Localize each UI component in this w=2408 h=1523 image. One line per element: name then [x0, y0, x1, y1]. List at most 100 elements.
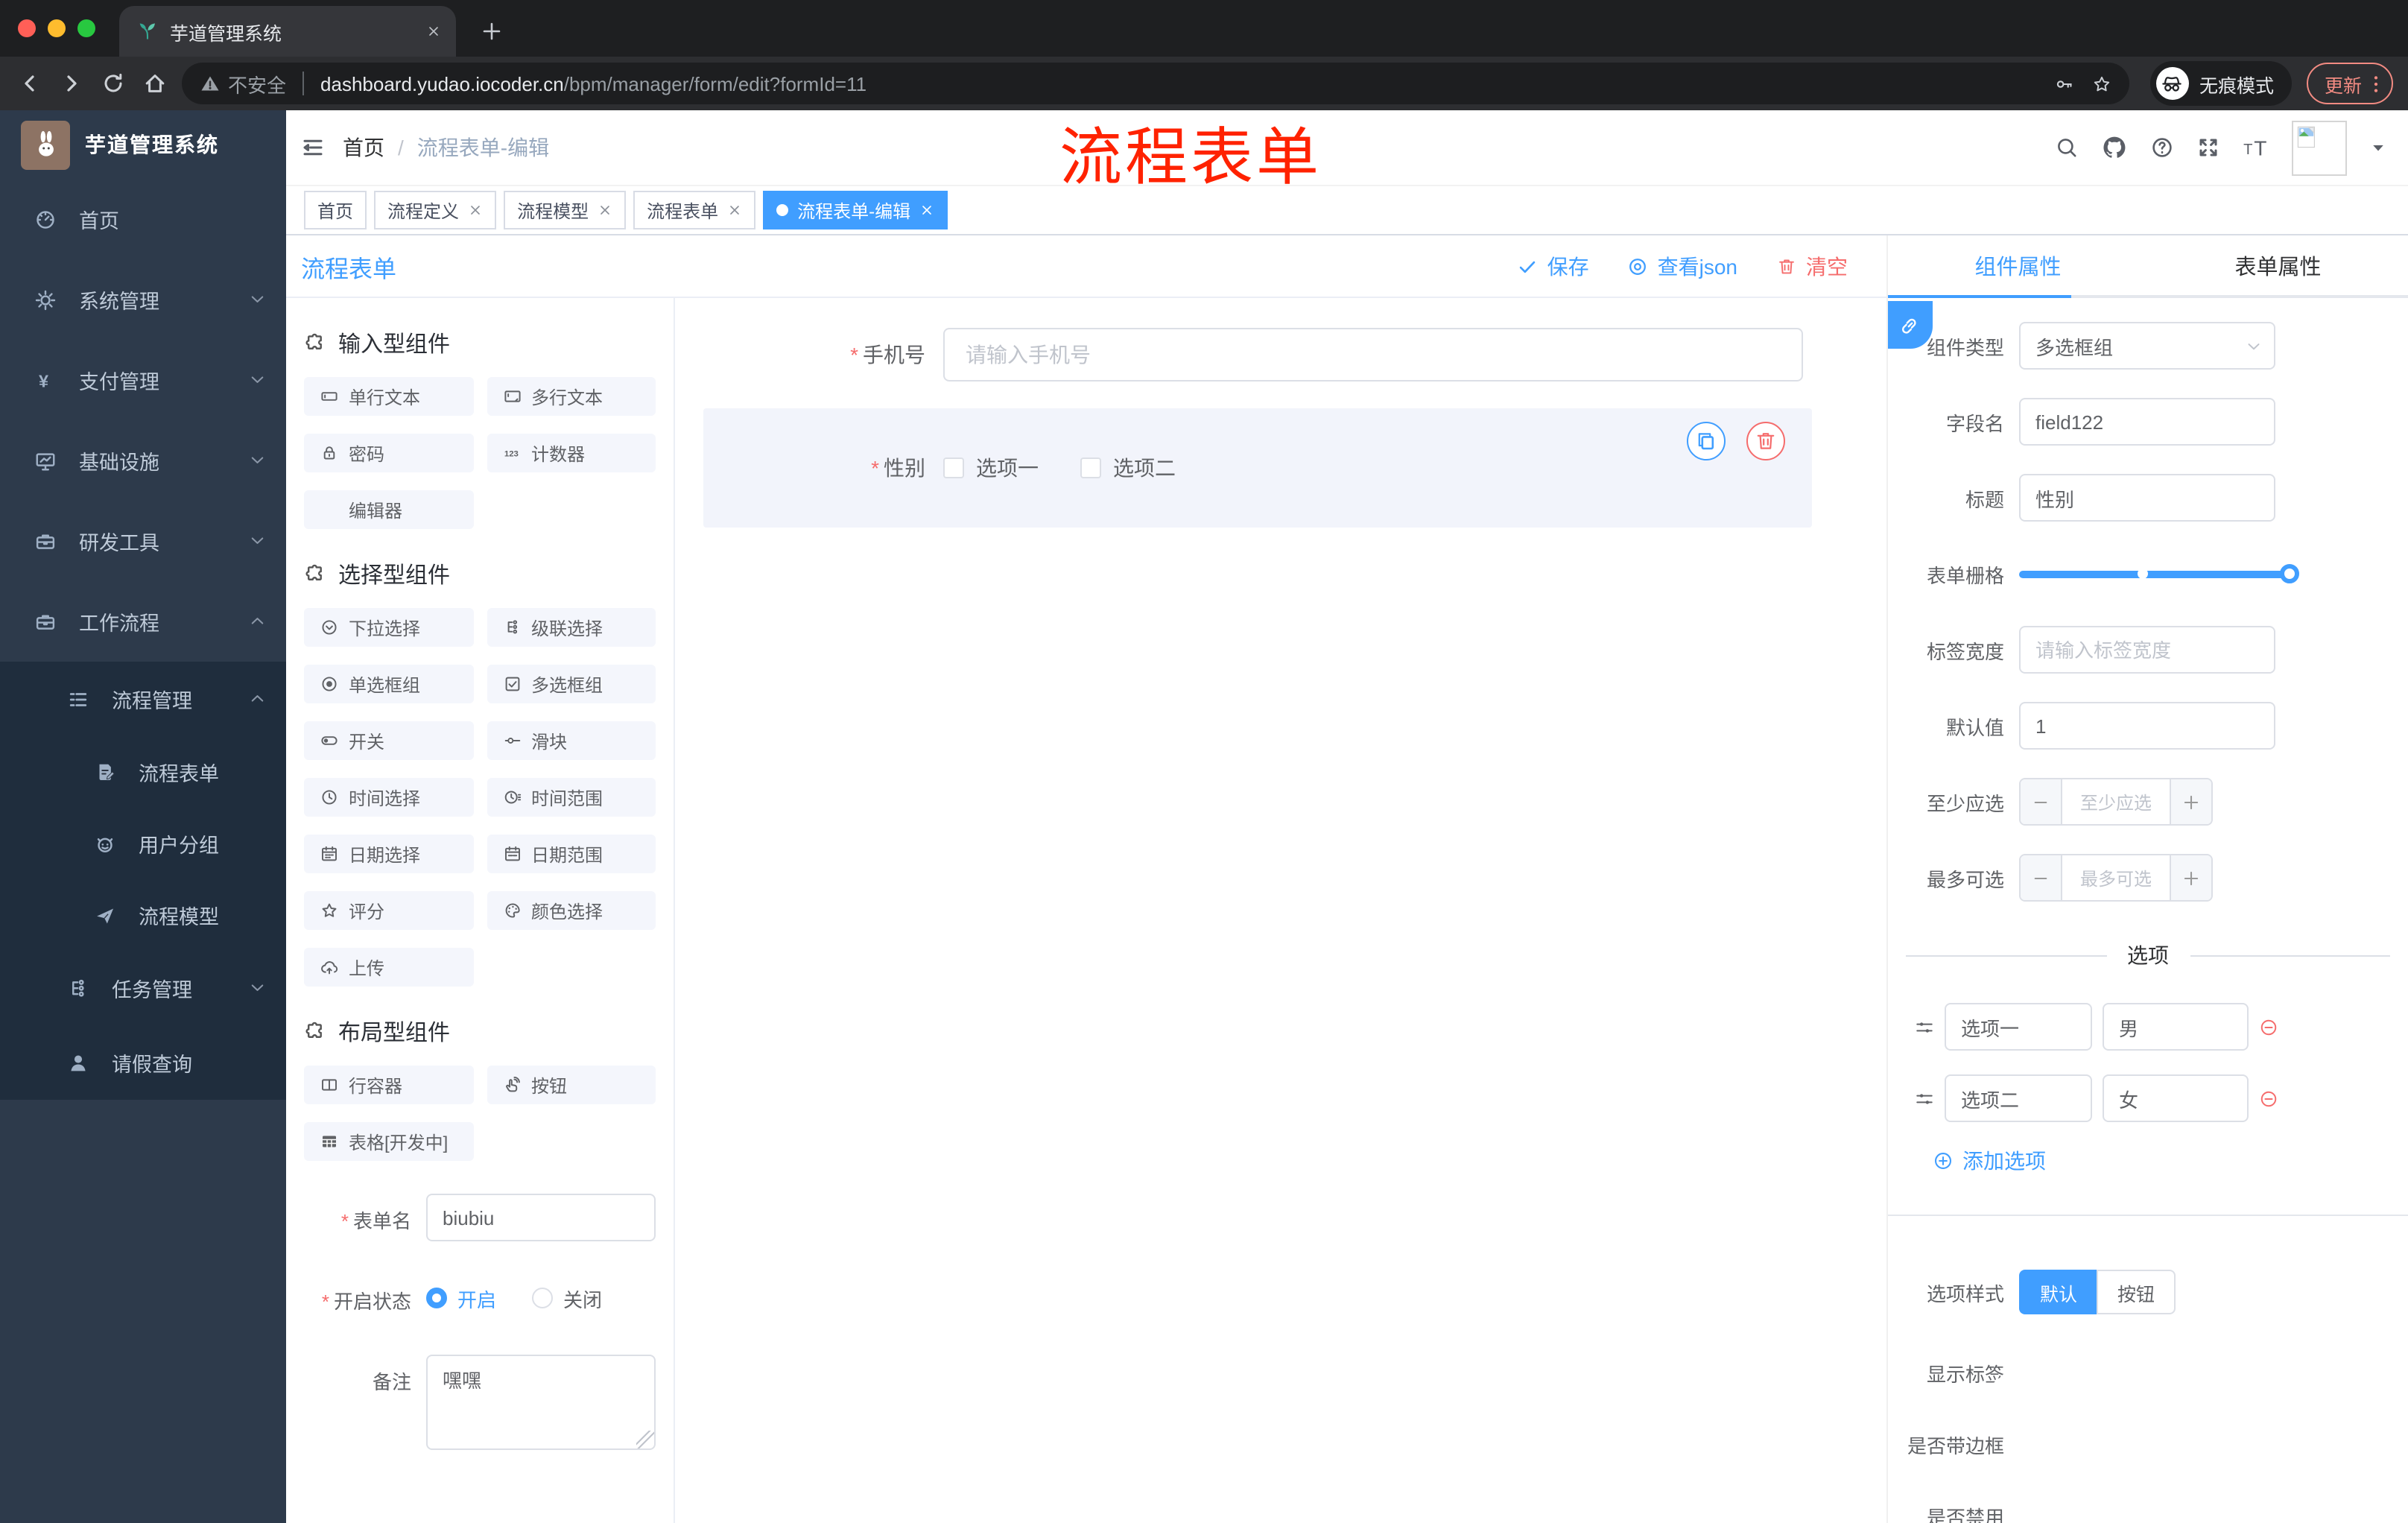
- canvas-field-phone[interactable]: * 手机号: [764, 328, 1803, 381]
- palette-item-时间选择[interactable]: 时间选择: [304, 778, 473, 817]
- grid-slider[interactable]: [2019, 550, 2299, 598]
- tab-表单属性[interactable]: 表单属性: [2148, 235, 2408, 295]
- stepper-increase-button[interactable]: [2170, 855, 2211, 900]
- designer-action-保存[interactable]: 保存: [1518, 251, 1589, 281]
- zoom-window-button[interactable]: [77, 19, 95, 37]
- close-icon[interactable]: [598, 203, 612, 218]
- bookmark-star-icon[interactable]: [2092, 74, 2111, 93]
- palette-item-开关[interactable]: 开关: [304, 721, 473, 760]
- close-icon[interactable]: [919, 203, 934, 218]
- help-icon[interactable]: [2150, 136, 2174, 159]
- label-width-input[interactable]: [2019, 626, 2275, 674]
- palette-item-下拉选择[interactable]: 下拉选择: [304, 608, 473, 647]
- form-remark-textarea[interactable]: 嘿嘿: [426, 1355, 656, 1450]
- option-value-input[interactable]: [2103, 1003, 2249, 1051]
- palette-item-密码[interactable]: 密码: [304, 434, 473, 472]
- github-icon[interactable]: [2101, 134, 2128, 161]
- canvas-field-gender-selected[interactable]: * 性别 选项一 选项二: [703, 408, 1812, 528]
- component-type-select[interactable]: 多选框组: [2019, 322, 2275, 370]
- checkbox-选项一[interactable]: 选项一: [943, 453, 1039, 483]
- designer-action-查看json[interactable]: 查看json: [1628, 251, 1737, 281]
- sidebar-item-系统管理[interactable]: 系统管理: [0, 259, 286, 340]
- sidebar-item-支付管理[interactable]: ¥ 支付管理: [0, 340, 286, 420]
- tab-组件属性[interactable]: 组件属性: [1888, 235, 2148, 295]
- tag-view-流程模型[interactable]: 流程模型: [504, 191, 627, 229]
- remove-option-button[interactable]: [2259, 1017, 2278, 1036]
- palette-item-编辑器[interactable]: 编辑器: [304, 490, 473, 529]
- form-canvas[interactable]: *手机号 *性别 选项一 选项二: [675, 298, 1886, 1523]
- browser-tab[interactable]: 芋道管理系统: [119, 6, 456, 57]
- update-button[interactable]: 更新: [2306, 63, 2393, 104]
- palette-item-滑块[interactable]: 滑块: [487, 721, 656, 760]
- radio-开启[interactable]: 开启: [426, 1284, 496, 1312]
- stepper-decrease-button[interactable]: [2021, 779, 2062, 824]
- kebab-menu-icon[interactable]: [2365, 72, 2387, 95]
- tag-view-流程表单[interactable]: 流程表单: [633, 191, 756, 229]
- palette-item-行容器[interactable]: 行容器: [304, 1066, 473, 1104]
- search-icon[interactable]: [2055, 136, 2079, 159]
- key-icon[interactable]: [2055, 74, 2074, 93]
- option-label-input[interactable]: [1945, 1003, 2092, 1051]
- phone-input[interactable]: [943, 328, 1803, 381]
- forward-button[interactable]: [51, 63, 92, 104]
- stepper-increase-button[interactable]: [2170, 779, 2211, 824]
- delete-field-button[interactable]: [1746, 422, 1785, 460]
- sidebar-item-流程表单[interactable]: 流程表单: [0, 736, 286, 808]
- fullscreen-icon[interactable]: [2196, 136, 2220, 159]
- option-label-input[interactable]: [1945, 1074, 2092, 1122]
- close-window-button[interactable]: [18, 19, 36, 37]
- palette-item-按钮[interactable]: 按钮: [487, 1066, 656, 1104]
- form-name-input[interactable]: [426, 1194, 656, 1241]
- chevron-down-icon[interactable]: [2369, 139, 2387, 156]
- tag-view-流程表单-编辑[interactable]: 流程表单-编辑: [763, 191, 948, 229]
- palette-item-多选框组[interactable]: 多选框组: [487, 665, 656, 703]
- max-select-stepper[interactable]: 最多可选: [2019, 854, 2213, 902]
- close-tab-icon[interactable]: [426, 24, 441, 39]
- palette-item-评分[interactable]: 评分: [304, 891, 473, 930]
- title-input[interactable]: [2019, 474, 2275, 522]
- minimize-window-button[interactable]: [48, 19, 66, 37]
- add-option-button[interactable]: 添加选项: [1933, 1146, 2408, 1176]
- palette-item-单选框组[interactable]: 单选框组: [304, 665, 473, 703]
- palette-item-表格[开发中][interactable]: 表格[开发中]: [304, 1122, 473, 1161]
- tag-view-首页[interactable]: 首页: [304, 191, 367, 229]
- link-badge[interactable]: [1888, 301, 1933, 349]
- sidebar-item-流程模型[interactable]: 流程模型: [0, 879, 286, 951]
- option-style-按钮[interactable]: 按钮: [2097, 1270, 2176, 1314]
- sidebar-item-首页[interactable]: 首页: [0, 179, 286, 259]
- default-value-input[interactable]: [2019, 702, 2275, 750]
- remove-option-button[interactable]: [2259, 1089, 2278, 1108]
- close-icon[interactable]: [727, 203, 742, 218]
- palette-item-单行文本[interactable]: 单行文本: [304, 377, 473, 416]
- avatar[interactable]: [2292, 120, 2347, 175]
- sidebar-item-用户分组[interactable]: 用户分组: [0, 808, 286, 879]
- sidebar-item-研发工具[interactable]: 研发工具: [0, 501, 286, 581]
- palette-item-级联选择[interactable]: 级联选择: [487, 608, 656, 647]
- home-button[interactable]: [134, 63, 176, 104]
- collapse-sidebar-icon[interactable]: [301, 136, 325, 159]
- stepper-decrease-button[interactable]: [2021, 855, 2062, 900]
- reload-button[interactable]: [92, 63, 134, 104]
- field-name-input[interactable]: [2019, 398, 2275, 446]
- min-select-stepper[interactable]: 至少应选: [2019, 778, 2213, 826]
- sidebar-item-流程管理[interactable]: 流程管理: [0, 662, 286, 736]
- sidebar-item-工作流程[interactable]: 工作流程: [0, 581, 286, 662]
- palette-item-时间范围[interactable]: 时间范围: [487, 778, 656, 817]
- address-bar[interactable]: 不安全 dashboard.yudao.iocoder.cn/bpm/manag…: [182, 63, 2129, 104]
- palette-item-颜色选择[interactable]: 颜色选择: [487, 891, 656, 930]
- option-style-默认[interactable]: 默认: [2019, 1270, 2097, 1314]
- sidebar-item-基础设施[interactable]: 基础设施: [0, 420, 286, 501]
- breadcrumb-root[interactable]: 首页: [343, 133, 384, 162]
- palette-item-计数器[interactable]: 123 计数器: [487, 434, 656, 472]
- tag-view-流程定义[interactable]: 流程定义: [374, 191, 497, 229]
- radio-关闭[interactable]: 关闭: [532, 1284, 602, 1312]
- new-tab-button[interactable]: [471, 10, 513, 52]
- slider-handle[interactable]: [2280, 564, 2299, 583]
- option-value-input[interactable]: [2103, 1074, 2249, 1122]
- sidebar-item-请假查询[interactable]: 请假查询: [0, 1025, 286, 1100]
- sidebar-item-任务管理[interactable]: 任务管理: [0, 951, 286, 1025]
- designer-action-清空[interactable]: 清空: [1776, 251, 1848, 281]
- fontsize-icon[interactable]: TT: [2243, 134, 2269, 161]
- close-icon[interactable]: [468, 203, 483, 218]
- security-status[interactable]: 不安全: [200, 69, 286, 98]
